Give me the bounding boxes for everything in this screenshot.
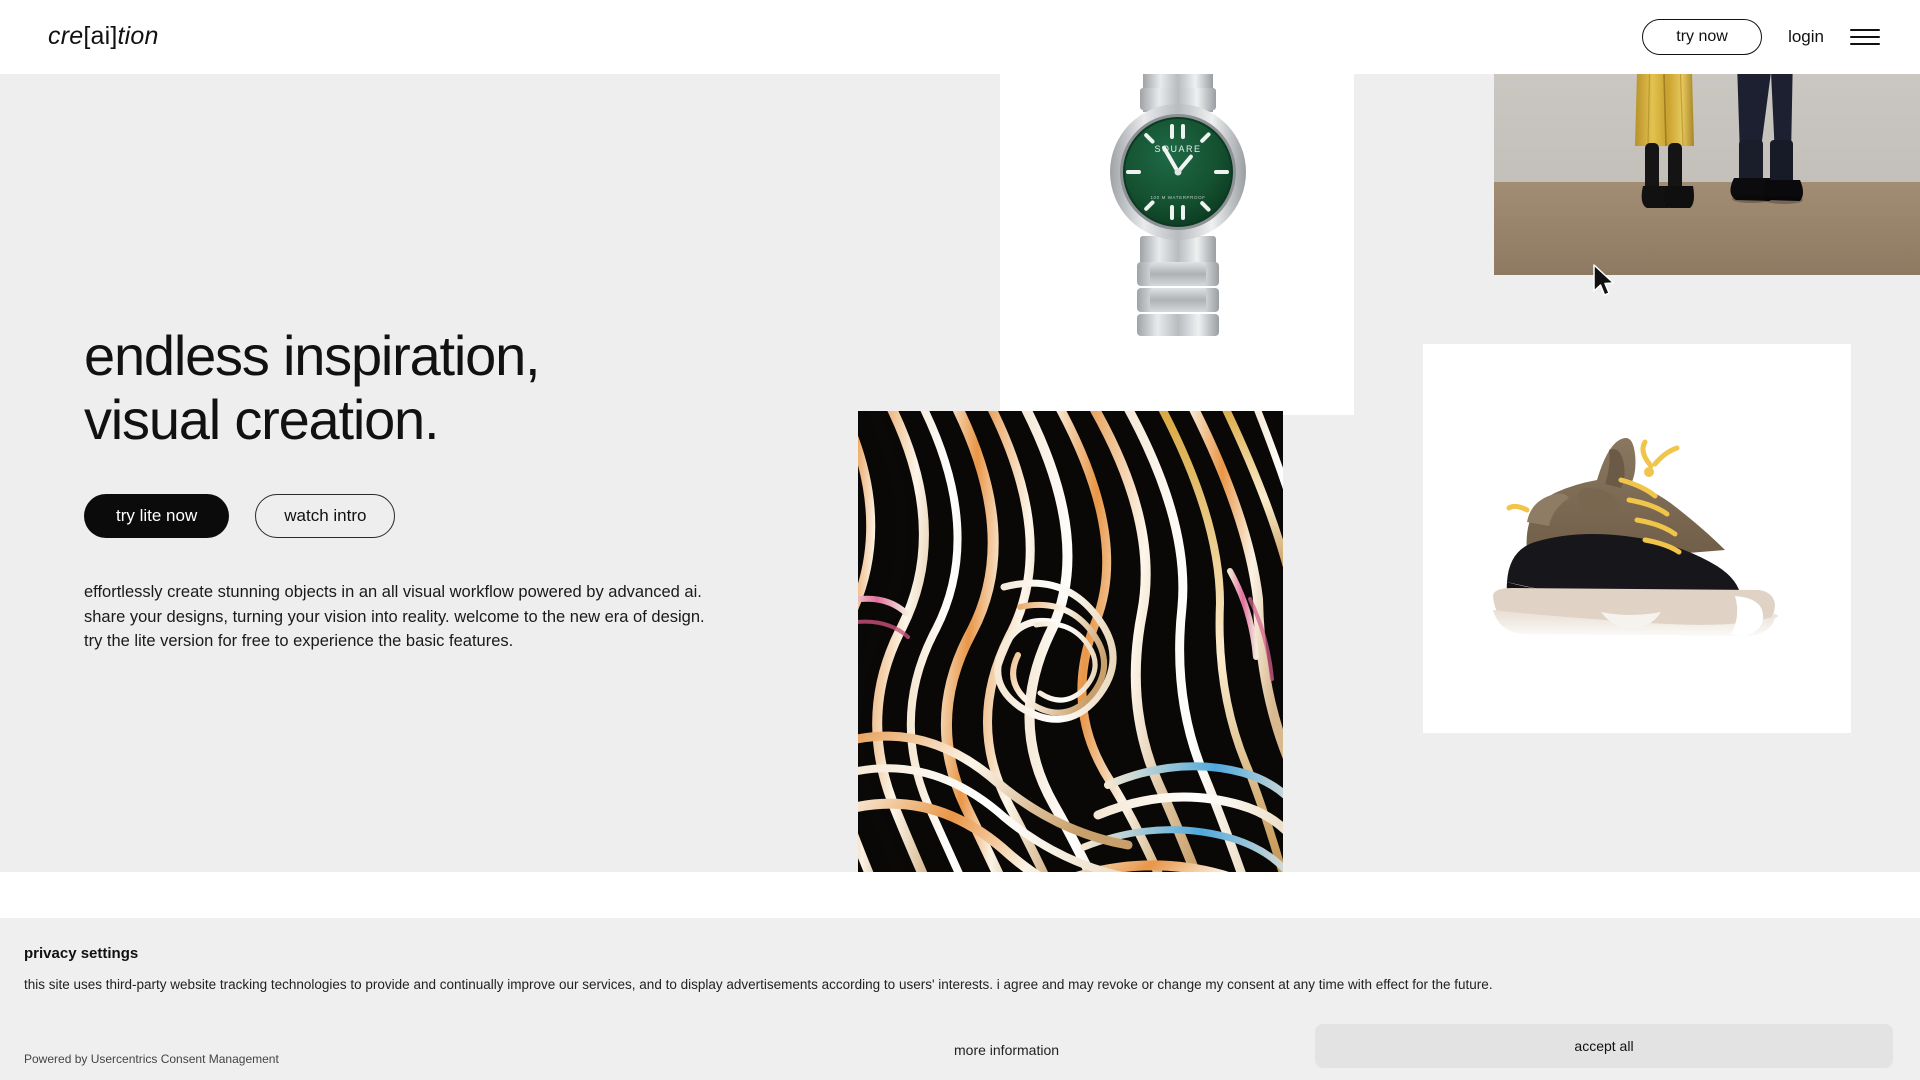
hero-cta-group: try lite now watch intro — [84, 494, 844, 538]
gallery-card-watch[interactable]: SQUARE 100 M WATERPROOF — [1000, 74, 1354, 415]
hero-title-line-1: endless inspiration, — [84, 324, 541, 387]
hero-description: effortlessly create stunning objects in … — [84, 580, 824, 654]
page-white-divider — [0, 872, 1920, 918]
page-title: endless inspiration, visual creation. — [84, 324, 844, 452]
hamburger-menu-icon[interactable] — [1850, 26, 1880, 48]
login-link[interactable]: login — [1788, 27, 1824, 47]
logo-part-cre: cre — [48, 22, 84, 50]
hamburger-bar-1 — [1850, 29, 1880, 31]
hero-desc-line-2: share your designs, turning your vision … — [84, 607, 705, 626]
privacy-body-text: this site uses third-party website track… — [24, 977, 1493, 992]
logo-part-tion: tion — [117, 22, 159, 50]
logo-part-ai: [ai] — [83, 22, 118, 50]
page-root: cre[ai]tion try now login endless inspir… — [0, 0, 1920, 1080]
gallery-card-shoe[interactable] — [1423, 344, 1851, 733]
gallery-card-fashion[interactable] — [1494, 74, 1920, 275]
abstract-swirl-image — [858, 411, 1283, 872]
try-lite-now-button[interactable]: try lite now — [84, 494, 230, 538]
privacy-consent-banner: privacy settings this site uses third-pa… — [0, 918, 1920, 1080]
powered-by-label: Powered by Usercentrics Consent Manageme… — [24, 1052, 279, 1066]
fashion-image — [1494, 74, 1920, 275]
gallery-card-abstract-artwork[interactable] — [858, 411, 1283, 872]
hero-copy-block: endless inspiration, visual creation. tr… — [84, 324, 844, 654]
hero-section: endless inspiration, visual creation. tr… — [0, 74, 1920, 872]
svg-text:100 M WATERPROOF: 100 M WATERPROOF — [1150, 195, 1205, 200]
try-now-button[interactable]: try now — [1642, 19, 1763, 55]
svg-text:SQUARE: SQUARE — [1154, 144, 1201, 154]
hero-desc-line-3: try the lite version for free to experie… — [84, 632, 514, 650]
watch-intro-button[interactable]: watch intro — [255, 494, 396, 538]
accept-all-button[interactable]: accept all — [1315, 1024, 1893, 1068]
brand-logo[interactable]: cre[ai]tion — [48, 22, 159, 51]
header-actions: try now login — [1642, 0, 1880, 74]
more-information-link[interactable]: more information — [954, 1042, 1059, 1058]
privacy-title: privacy settings — [24, 945, 139, 962]
watch-image: SQUARE 100 M WATERPROOF — [1000, 74, 1354, 415]
hero-desc-line-1: effortlessly create stunning objects in … — [84, 583, 702, 601]
hamburger-bar-3 — [1850, 43, 1880, 45]
site-header: cre[ai]tion try now login — [0, 0, 1920, 74]
sneaker-image — [1423, 344, 1851, 733]
hero-title-line-2: visual creation. — [84, 388, 440, 451]
hamburger-bar-2 — [1850, 36, 1880, 38]
